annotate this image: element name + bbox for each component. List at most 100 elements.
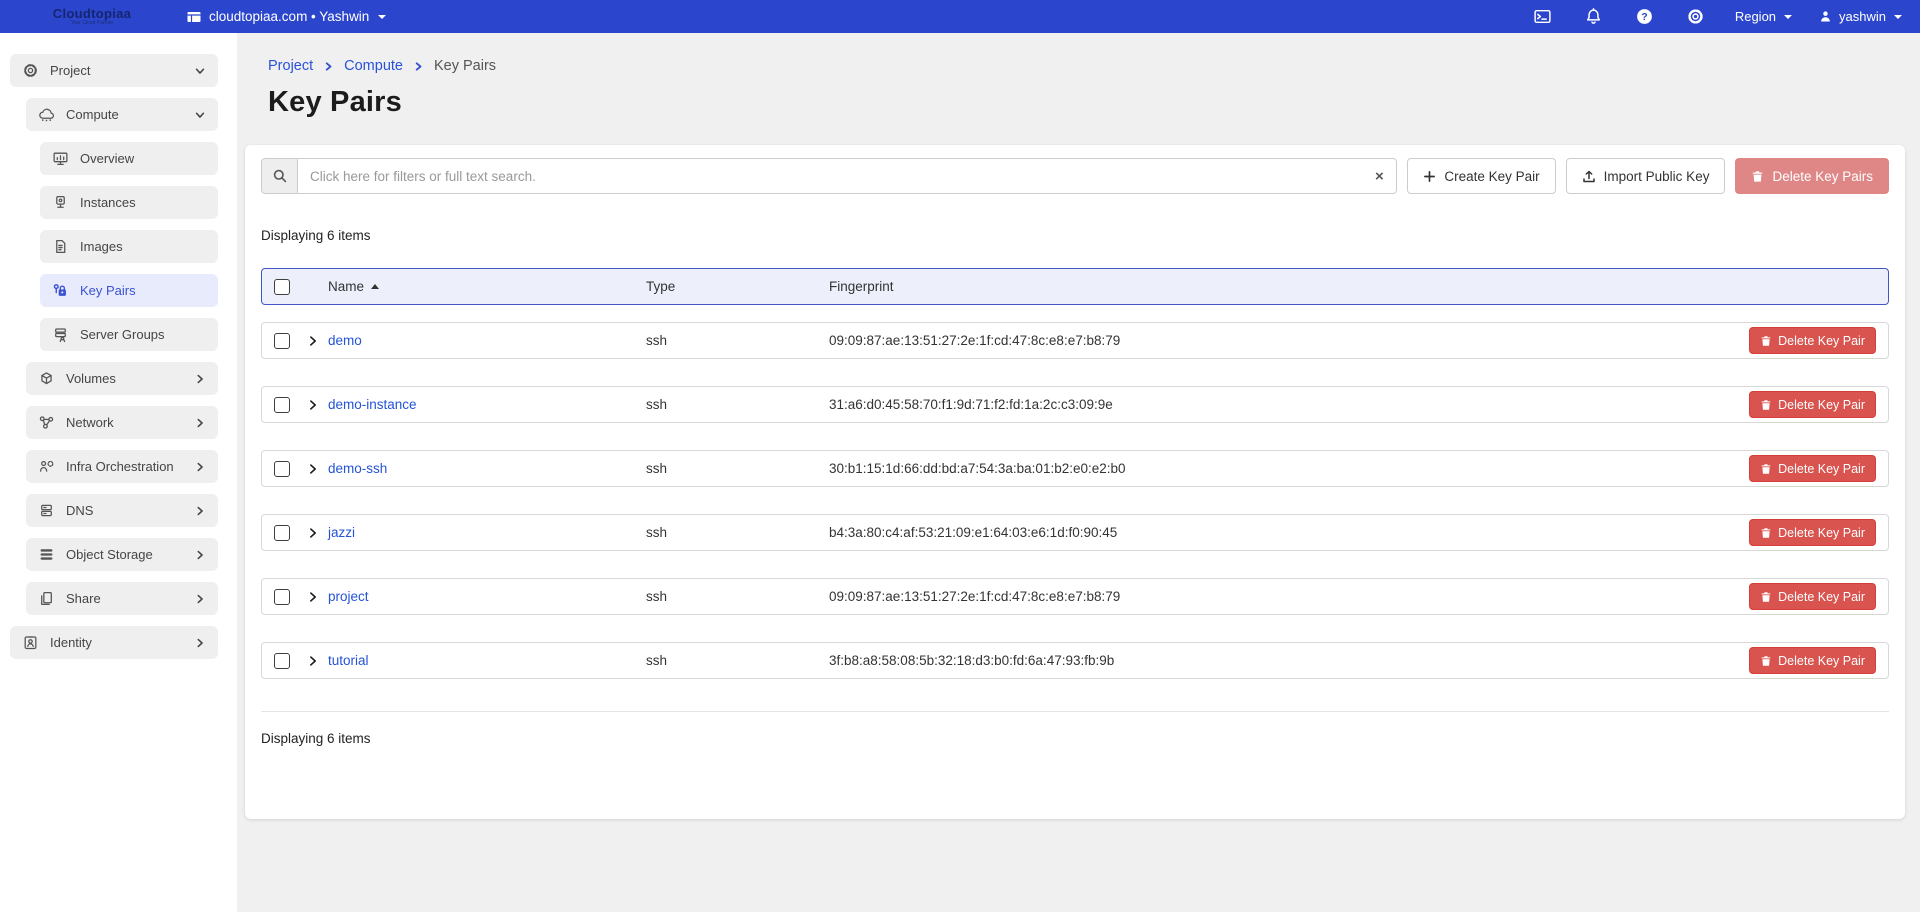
key-pair-type: ssh [646,653,829,668]
sidebar-item-compute[interactable]: Compute [26,98,218,131]
delete-key-pairs-label: Delete Key Pairs [1772,169,1873,184]
key-pair-name-link[interactable]: project [328,589,646,604]
sidebar-item-label: Compute [66,107,119,122]
help-icon[interactable]: ? [1628,7,1662,26]
chevron-right-icon [194,505,206,517]
sidebar-item-images[interactable]: Images [40,230,218,263]
svg-text:?: ? [1642,11,1648,23]
table-row: project ssh 09:09:87:ae:13:51:27:2e:1f:c… [261,578,1889,615]
delete-key-pair-button[interactable]: Delete Key Pair [1749,647,1876,674]
breadcrumb-project[interactable]: Project [268,58,313,74]
sidebar-item-network[interactable]: Network [26,406,218,439]
delete-key-pair-label: Delete Key Pair [1778,334,1865,348]
trash-icon [1760,527,1772,539]
key-pair-type: ssh [646,461,829,476]
key-pair-fingerprint: 31:a6:d0:45:58:70:f1:9d:71:f2:fd:1a:2c:c… [829,397,1749,412]
gear-icon[interactable] [1679,7,1713,26]
sidebar-item-infra-orchestration[interactable]: Infra Orchestration [26,450,218,483]
sidebar-item-identity[interactable]: Identity [10,626,218,659]
import-public-key-label: Import Public Key [1604,169,1710,184]
delete-key-pair-button[interactable]: Delete Key Pair [1749,583,1876,610]
chevron-right-icon [194,549,206,561]
row-checkbox[interactable] [274,397,290,413]
column-header-fingerprint: Fingerprint [829,279,1876,294]
sidebar-item-label: Identity [50,635,92,650]
trash-icon [1760,399,1772,411]
object-storage-list-icon [38,546,55,563]
sidebar-item-label: DNS [66,503,93,518]
key-pair-fingerprint: 09:09:87:ae:13:51:27:2e:1f:cd:47:8c:e8:e… [829,333,1749,348]
plus-icon [1423,170,1436,183]
delete-key-pairs-button[interactable]: Delete Key Pairs [1735,158,1889,194]
sidebar-item-label: Object Storage [66,547,153,562]
expand-chevron-icon[interactable] [306,462,328,476]
key-pair-name-link[interactable]: demo-ssh [328,461,646,476]
overview-monitor-icon [52,150,69,167]
chevron-right-icon [194,461,206,473]
delete-key-pair-button[interactable]: Delete Key Pair [1749,519,1876,546]
key-pair-name-link[interactable]: tutorial [328,653,646,668]
chevron-right-icon [194,373,206,385]
region-label: Region [1735,9,1776,24]
sidebar-item-dns[interactable]: DNS [26,494,218,527]
breadcrumb-current: Key Pairs [434,58,496,74]
chevron-right-icon [413,61,424,72]
region-dropdown[interactable]: Region [1735,9,1792,24]
sidebar-item-project[interactable]: Project [10,54,218,87]
column-header-name[interactable]: Name [328,279,364,294]
delete-key-pair-button[interactable]: Delete Key Pair [1749,391,1876,418]
delete-key-pair-button[interactable]: Delete Key Pair [1749,455,1876,482]
clear-search-icon[interactable]: × [1362,159,1396,193]
sidebar-item-instances[interactable]: Instances [40,186,218,219]
column-header-type: Type [646,279,829,294]
key-pair-name-link[interactable]: jazzi [328,525,646,540]
expand-chevron-icon[interactable] [306,398,328,412]
user-name: yashwin [1839,9,1886,24]
select-all-checkbox[interactable] [274,279,290,295]
chevron-down-icon [1784,15,1792,19]
row-checkbox[interactable] [274,333,290,349]
expand-chevron-icon[interactable] [306,334,328,348]
key-pair-name-link[interactable]: demo-instance [328,397,646,412]
user-icon [1818,9,1833,24]
sidebar-item-volumes[interactable]: Volumes [26,362,218,395]
domain-selector[interactable]: cloudtopiaa.com • Yashwin [186,9,386,25]
page-title: Key Pairs [268,86,1920,119]
console-icon[interactable] [1526,7,1560,26]
delete-key-pair-label: Delete Key Pair [1778,526,1865,540]
server-groups-icon [52,326,69,343]
expand-chevron-icon[interactable] [306,654,328,668]
row-checkbox[interactable] [274,653,290,669]
user-dropdown[interactable]: yashwin [1818,9,1902,24]
create-key-pair-button[interactable]: Create Key Pair [1407,158,1555,194]
breadcrumb-compute[interactable]: Compute [344,58,403,74]
sidebar-item-overview[interactable]: Overview [40,142,218,175]
search-icon[interactable] [262,159,298,193]
sidebar-item-label: Share [66,591,101,606]
delete-key-pair-label: Delete Key Pair [1778,462,1865,476]
infra-orchestration-icon [38,458,55,475]
sidebar-item-object-storage[interactable]: Object Storage [26,538,218,571]
key-pair-type: ssh [646,525,829,540]
row-checkbox[interactable] [274,525,290,541]
sidebar-item-share[interactable]: Share [26,582,218,615]
expand-chevron-icon[interactable] [306,590,328,604]
expand-chevron-icon[interactable] [306,526,328,540]
import-public-key-button[interactable]: Import Public Key [1566,158,1726,194]
sidebar-item-key-pairs[interactable]: Key Pairs [40,274,218,307]
dns-server-stack-icon [38,502,55,519]
bell-icon[interactable] [1577,7,1611,26]
identity-badge-icon [22,634,39,651]
table-row: jazzi ssh b4:3a:80:c4:af:53:21:09:e1:64:… [261,514,1889,551]
volumes-cube-icon [38,370,55,387]
brand-logo[interactable]: Cloudtopiaa Your Cloud Partner [26,7,158,27]
key-pair-type: ssh [646,397,829,412]
row-checkbox[interactable] [274,461,290,477]
row-checkbox[interactable] [274,589,290,605]
key-pair-fingerprint: 3f:b8:a8:58:08:5b:32:18:d3:b0:fd:6a:47:9… [829,653,1749,668]
sidebar-item-server-groups[interactable]: Server Groups [40,318,218,351]
search-input[interactable] [298,159,1362,193]
delete-key-pair-button[interactable]: Delete Key Pair [1749,327,1876,354]
key-pair-name-link[interactable]: demo [328,333,646,348]
items-count: Displaying 6 items [261,228,1889,244]
